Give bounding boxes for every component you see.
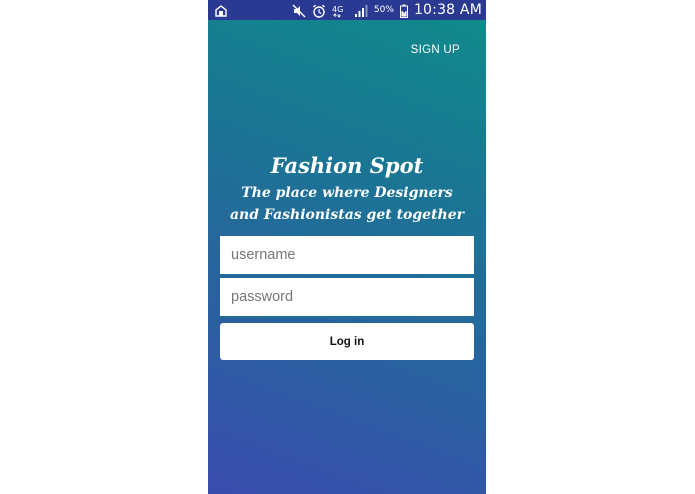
username-input[interactable] — [220, 236, 474, 276]
battery-charging-icon — [399, 3, 408, 18]
sign-up-button[interactable]: SIGN UP — [411, 42, 460, 58]
mute-icon — [292, 3, 306, 18]
app-screen: 4G 50% 10:38 AM SIGN UP Fashion Spot The… — [208, 0, 486, 494]
signal-icon — [354, 3, 368, 17]
network-type-label: 4G — [332, 5, 343, 14]
app-title: Fashion Spot — [270, 153, 424, 178]
4g-icon: 4G — [332, 3, 348, 18]
battery-percent: 50% — [373, 5, 394, 15]
login-button[interactable]: Log in — [220, 323, 474, 360]
notification-app-icon — [214, 3, 228, 17]
status-bar: 4G 50% 10:38 AM — [208, 0, 486, 20]
status-clock: 10:38 AM — [413, 2, 482, 18]
app-tagline: The place where Designers and Fashionist… — [229, 185, 464, 223]
alarm-icon — [312, 3, 326, 18]
password-input[interactable] — [220, 278, 474, 318]
